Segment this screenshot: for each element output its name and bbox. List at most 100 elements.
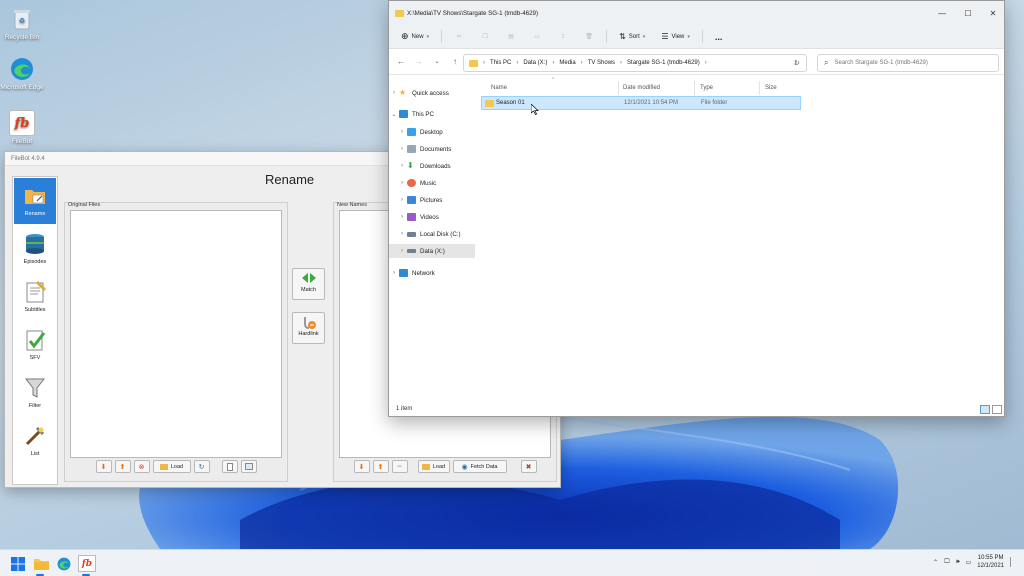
- move-up-button[interactable]: ⬆: [114, 460, 131, 473]
- sort-button[interactable]: ⇅ Sort ▾: [615, 29, 649, 45]
- start-button[interactable]: [9, 555, 27, 572]
- breadcrumb-item[interactable]: TV Shows: [588, 60, 615, 66]
- breadcrumb-item[interactable]: Stargate SG-1 (tmdb-4629): [627, 60, 700, 66]
- breadcrumb-item[interactable]: Media: [559, 60, 575, 66]
- move-down-button[interactable]: ⬇: [353, 460, 370, 473]
- list-icon: [244, 463, 253, 470]
- clock[interactable]: 10:55 PM 12/1/2021: [977, 554, 1004, 570]
- copy-button[interactable]: ❐: [476, 29, 494, 45]
- breadcrumb-item[interactable]: This PC: [490, 60, 511, 66]
- move-down-button[interactable]: ⬇: [95, 460, 112, 473]
- clear-button[interactable]: [240, 460, 257, 473]
- export-button[interactable]: [221, 460, 238, 473]
- chevron-right-icon: ›: [580, 60, 583, 66]
- match-button[interactable]: Match: [292, 268, 325, 300]
- recent-button[interactable]: ⌄: [431, 58, 443, 65]
- search-input[interactable]: Search Stargate SG-1 (tmdb-4629): [834, 60, 927, 66]
- load-button[interactable]: Load: [152, 460, 191, 473]
- sidebar-item-label: List: [30, 451, 40, 457]
- nav-item-pictures[interactable]: › Pictures: [389, 193, 475, 207]
- sidebar-item-rename[interactable]: Rename: [14, 178, 56, 224]
- nav-item-desktop[interactable]: › Desktop: [389, 125, 475, 139]
- column-header-date[interactable]: Date modified: [623, 85, 660, 91]
- document-icon: [226, 462, 233, 471]
- chevron-right-icon: ›: [483, 60, 485, 66]
- column-header-type[interactable]: Type: [700, 85, 713, 91]
- view-button[interactable]: ☰ View ▾: [657, 29, 694, 45]
- back-button[interactable]: ←: [395, 57, 407, 66]
- sidebar-item-list[interactable]: List: [14, 418, 56, 464]
- nav-item-network[interactable]: › Network: [389, 266, 475, 280]
- taskbar-edge[interactable]: [55, 555, 73, 572]
- arrow-up-icon: ⬆: [119, 463, 126, 471]
- breadcrumb-item[interactable]: Data (X:): [523, 60, 547, 66]
- search-box[interactable]: ⌕ Search Stargate SG-1 (tmdb-4629): [817, 54, 999, 72]
- column-header-name[interactable]: Name: [491, 85, 507, 91]
- taskbar-filebot[interactable]: fb: [78, 555, 96, 572]
- refresh-button[interactable]: ↻: [193, 460, 210, 473]
- notification-icon[interactable]: [1010, 557, 1014, 567]
- nav-item-quick-access[interactable]: › ★ Quick access: [389, 86, 475, 100]
- chevron-right-icon: ›: [401, 163, 403, 169]
- desktop-icon-filebot[interactable]: fb FileBot: [0, 110, 44, 145]
- column-header-size[interactable]: Size: [765, 85, 777, 91]
- sidebar-item-sfv[interactable]: SFV: [14, 322, 56, 368]
- chevron-right-icon: ›: [401, 180, 403, 186]
- close-button[interactable]: ✕: [980, 1, 1006, 25]
- minimize-button[interactable]: —: [929, 1, 955, 25]
- recycle-bin-icon: ♻: [9, 6, 35, 32]
- delete-button[interactable]: 🗑: [580, 29, 598, 45]
- explorer-titlebar[interactable]: X:\Media\TV Shows\Stargate SG-1 (tmdb-46…: [389, 1, 1004, 25]
- volume-icon[interactable]: 🕪: [956, 559, 960, 566]
- new-button[interactable]: ⊕ New ▾: [397, 29, 433, 45]
- column-divider: [618, 81, 619, 95]
- swap-button[interactable]: ⇔: [391, 460, 408, 473]
- tools-button[interactable]: ✖: [520, 460, 537, 473]
- battery-icon[interactable]: ▭: [966, 559, 972, 566]
- nav-item-music[interactable]: › Music: [389, 176, 475, 190]
- hardlink-button[interactable]: Hardlink: [292, 312, 325, 344]
- maximize-button[interactable]: ☐: [955, 1, 981, 25]
- rename-button[interactable]: ▭: [528, 29, 546, 45]
- desktop-icon-recycle-bin[interactable]: ♻ Recycle Bin: [0, 6, 44, 41]
- nav-item-data-drive[interactable]: › Data (X:): [389, 244, 475, 258]
- desktop-icon-edge[interactable]: Microsoft Edge: [0, 56, 44, 91]
- nav-item-this-pc[interactable]: ⌄ This PC: [389, 107, 475, 121]
- remove-button[interactable]: ⊗: [133, 460, 150, 473]
- taskbar-explorer[interactable]: [32, 555, 50, 572]
- star-icon: ★: [399, 88, 407, 97]
- up-button[interactable]: ↑: [449, 57, 461, 66]
- nav-item-downloads[interactable]: › ⬇ Downloads: [389, 159, 475, 173]
- cut-button[interactable]: ✂: [450, 29, 468, 45]
- page-title: Rename: [265, 172, 315, 187]
- table-row[interactable]: Season 01 12/1/2021 10:54 PM File folder: [481, 96, 801, 110]
- original-files-buttons: ⬇ ⬆ ⊗ Load ↻: [65, 460, 287, 474]
- chevron-right-icon: ›: [620, 60, 623, 66]
- more-button[interactable]: ...: [711, 29, 727, 45]
- paste-button[interactable]: ▤: [502, 29, 520, 45]
- sidebar-item-filter[interactable]: Filter: [14, 370, 56, 416]
- network-icon[interactable]: 🖵: [944, 559, 950, 566]
- share-button[interactable]: ⇪: [554, 29, 572, 45]
- details-view-button[interactable]: [980, 405, 990, 414]
- sidebar-item-subtitles[interactable]: Subtitles: [14, 274, 56, 320]
- sidebar-item-episodes[interactable]: Episodes: [14, 226, 56, 272]
- tiles-view-button[interactable]: [992, 405, 1002, 414]
- fetch-data-button[interactable]: ◉ Fetch Data: [452, 460, 507, 473]
- file-date: 12/1/2021 10:54 PM: [624, 100, 679, 106]
- load-button[interactable]: Load: [417, 460, 450, 473]
- original-files-list[interactable]: [70, 210, 282, 458]
- chevron-up-icon[interactable]: ⌃: [933, 559, 938, 566]
- forward-button[interactable]: →: [413, 57, 425, 66]
- taskbar: fb ⌃ 🖵 🕪 ▭ 10:55 PM 12/1/2021: [0, 549, 1024, 576]
- nav-item-documents[interactable]: › Documents: [389, 142, 475, 156]
- refresh-button[interactable]: ↻: [794, 59, 800, 67]
- svg-text:♻: ♻: [19, 18, 25, 25]
- nav-item-videos[interactable]: › Videos: [389, 210, 475, 224]
- nav-item-local-disk[interactable]: › Local Disk (C:): [389, 227, 475, 241]
- desktop-icon: [407, 128, 416, 136]
- folder-icon: [395, 9, 404, 17]
- address-bar[interactable]: › This PC › Data (X:) › Media › TV Shows…: [463, 54, 807, 72]
- move-up-button[interactable]: ⬆: [372, 460, 389, 473]
